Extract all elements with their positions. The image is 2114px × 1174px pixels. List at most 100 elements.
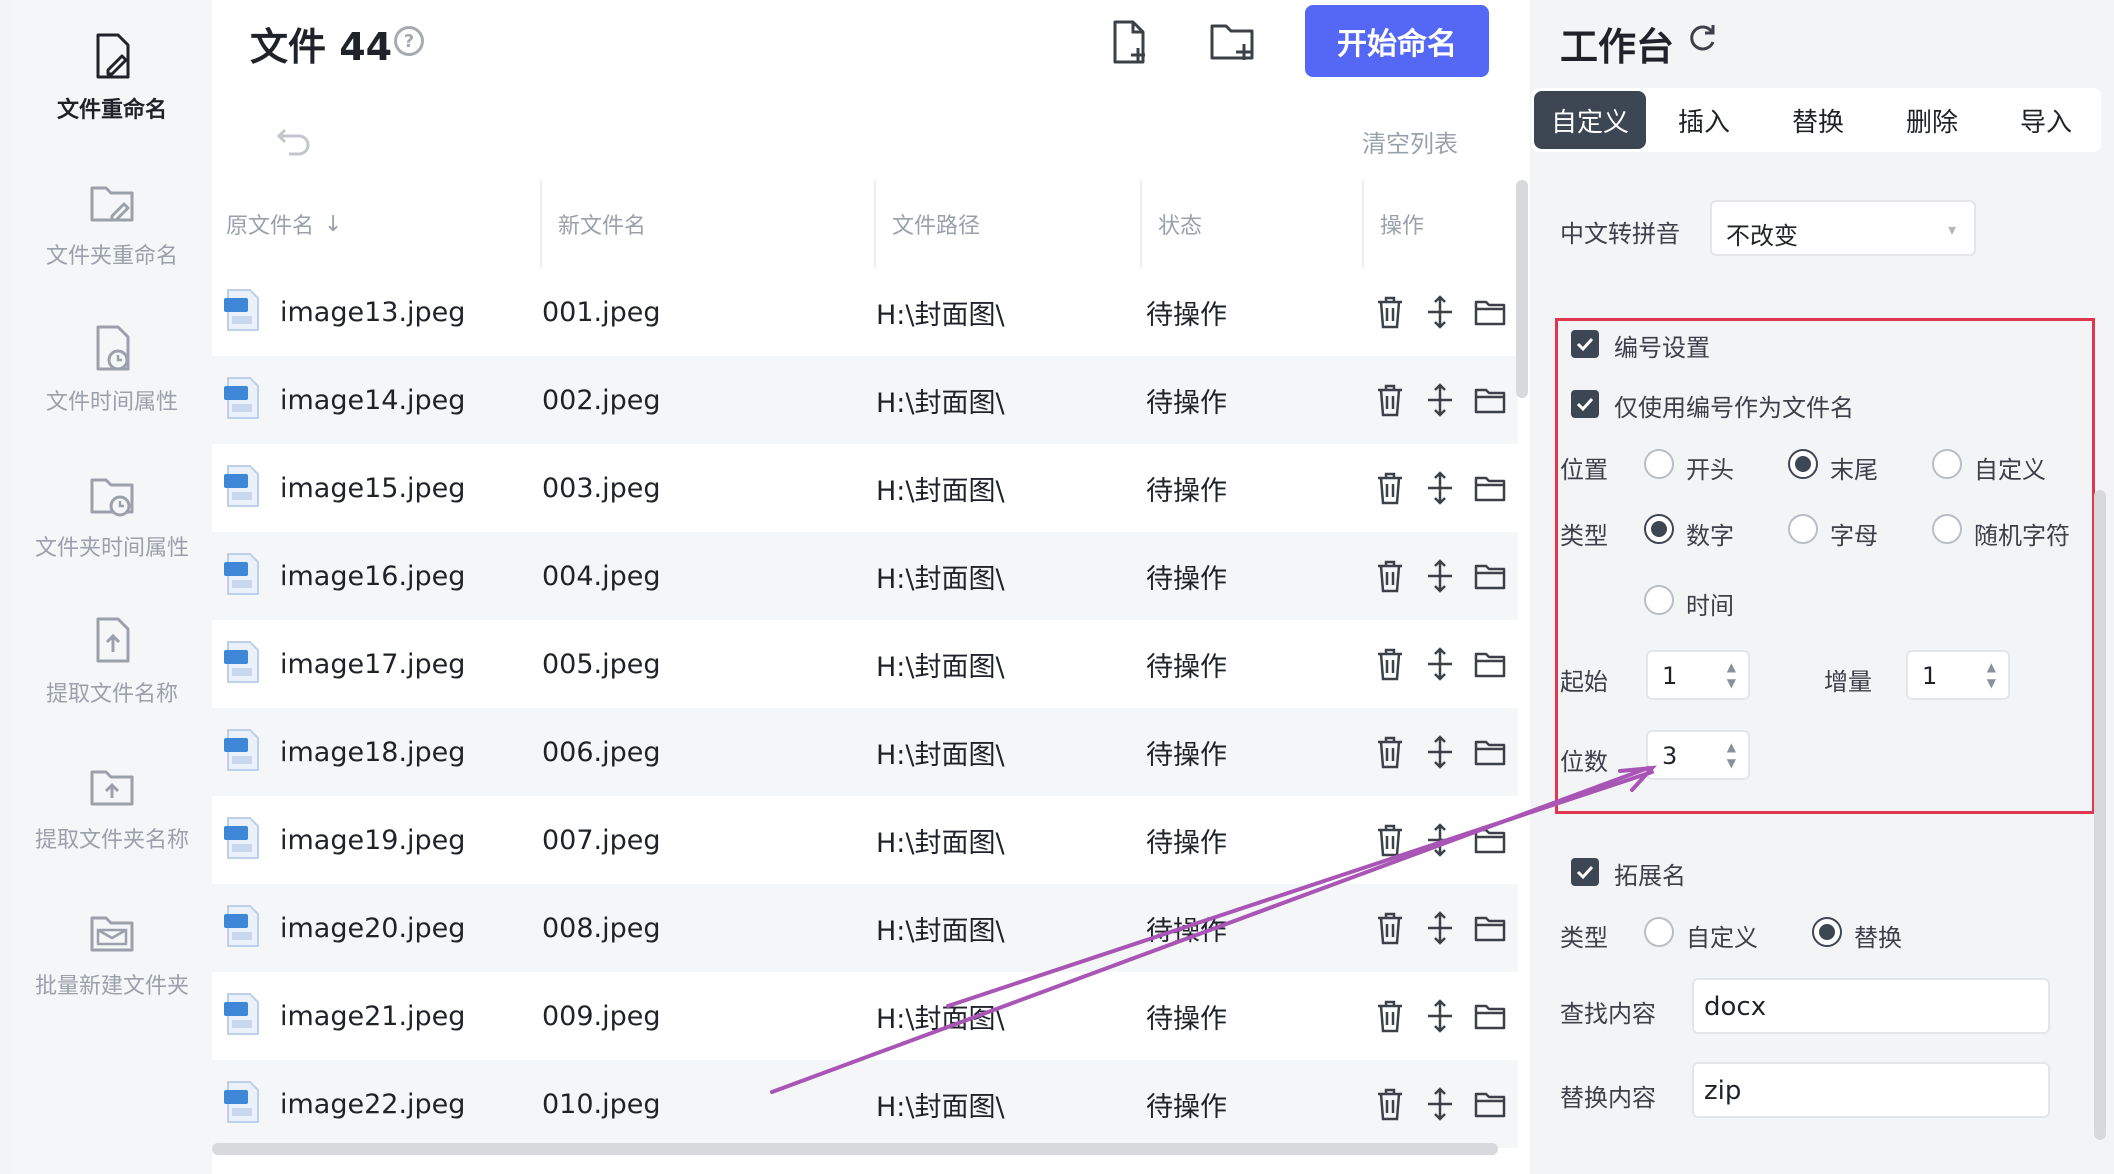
trash-icon[interactable] bbox=[1374, 646, 1406, 682]
tab-replace[interactable]: 替换 bbox=[1762, 91, 1874, 149]
file-path: H:\封面图\ bbox=[876, 651, 1005, 683]
folder-open-icon[interactable] bbox=[1474, 1086, 1506, 1122]
trash-icon[interactable] bbox=[1374, 1086, 1406, 1122]
folder-open-icon[interactable] bbox=[1474, 822, 1506, 858]
sort-arrow-icon[interactable]: ↓ bbox=[324, 212, 342, 237]
extension-radio-custom[interactable] bbox=[1644, 917, 1674, 947]
folder-open-icon[interactable] bbox=[1474, 734, 1506, 770]
clear-list-button[interactable]: 清空列表 bbox=[1362, 124, 1458, 159]
table-row[interactable]: image15.jpeg 003.jpeg H:\封面图\ 待操作 bbox=[212, 444, 1518, 532]
question-circle-icon[interactable]: ? bbox=[394, 26, 424, 56]
digits-stepper[interactable]: 3 ▲ ▼ bbox=[1646, 730, 1750, 780]
table-row[interactable]: image16.jpeg 004.jpeg H:\封面图\ 待操作 bbox=[212, 532, 1518, 620]
vertical-scrollbar[interactable] bbox=[2094, 490, 2106, 1140]
status-text: 待操作 bbox=[1146, 563, 1227, 595]
add-file-icon[interactable] bbox=[1105, 18, 1153, 66]
extension-type-label: 类型 bbox=[1560, 924, 1608, 952]
folder-open-icon[interactable] bbox=[1474, 646, 1506, 682]
chevron-up-icon[interactable]: ▲ bbox=[1987, 660, 1996, 674]
sidebar-item-file-time[interactable]: 文件时间属性 bbox=[12, 296, 212, 442]
table-row[interactable]: image20.jpeg 008.jpeg H:\封面图\ 待操作 bbox=[212, 884, 1518, 972]
table-row[interactable]: image17.jpeg 005.jpeg H:\封面图\ 待操作 bbox=[212, 620, 1518, 708]
pinyin-select[interactable]: 不改变 ▾ bbox=[1710, 200, 1976, 256]
table-row[interactable]: image13.jpeg 001.jpeg H:\封面图\ 待操作 bbox=[212, 268, 1518, 356]
chevron-down-icon[interactable]: ▼ bbox=[1727, 676, 1736, 690]
folder-open-icon[interactable] bbox=[1474, 558, 1506, 594]
move-icon[interactable] bbox=[1424, 822, 1456, 858]
new-filename: 005.jpeg bbox=[542, 648, 661, 680]
column-header-original[interactable]: 原文件名 ↓ bbox=[226, 180, 342, 268]
move-icon[interactable] bbox=[1424, 998, 1456, 1034]
find-input[interactable]: docx bbox=[1692, 978, 2050, 1034]
trash-icon[interactable] bbox=[1374, 558, 1406, 594]
sidebar-item-folder-time[interactable]: 文件夹时间属性 bbox=[12, 442, 212, 588]
vertical-scrollbar[interactable] bbox=[1516, 180, 1528, 398]
folder-open-icon[interactable] bbox=[1474, 382, 1506, 418]
folder-open-icon[interactable] bbox=[1474, 470, 1506, 506]
trash-icon[interactable] bbox=[1374, 822, 1406, 858]
only-number-checkbox[interactable] bbox=[1571, 390, 1599, 418]
tab-import[interactable]: 导入 bbox=[1990, 91, 2102, 149]
move-icon[interactable] bbox=[1424, 470, 1456, 506]
type-radio-number[interactable] bbox=[1644, 514, 1674, 544]
folder-mail-icon bbox=[90, 916, 134, 952]
sidebar-item-batch-new-folder[interactable]: 批量新建文件夹 bbox=[12, 880, 212, 1026]
chevron-up-icon[interactable]: ▲ bbox=[1727, 740, 1736, 754]
numbering-checkbox[interactable] bbox=[1571, 330, 1599, 358]
new-filename: 003.jpeg bbox=[542, 472, 661, 504]
sidebar-item-file-rename[interactable]: 文件重命名 bbox=[12, 4, 212, 150]
type-radio-letter[interactable] bbox=[1788, 514, 1818, 544]
trash-icon[interactable] bbox=[1374, 734, 1406, 770]
trash-icon[interactable] bbox=[1374, 470, 1406, 506]
status-text: 待操作 bbox=[1146, 475, 1227, 507]
move-icon[interactable] bbox=[1424, 910, 1456, 946]
move-icon[interactable] bbox=[1424, 646, 1456, 682]
extension-checkbox[interactable] bbox=[1571, 858, 1599, 886]
table-row[interactable]: image18.jpeg 006.jpeg H:\封面图\ 待操作 bbox=[212, 708, 1518, 796]
sidebar-item-extract-folder-names[interactable]: 提取文件夹名称 bbox=[12, 734, 212, 880]
position-radio-start[interactable] bbox=[1644, 449, 1674, 479]
start-stepper[interactable]: 1 ▲ ▼ bbox=[1646, 650, 1750, 700]
move-icon[interactable] bbox=[1424, 1086, 1456, 1122]
position-radio-end[interactable] bbox=[1788, 449, 1818, 479]
step-stepper[interactable]: 1 ▲ ▼ bbox=[1906, 650, 2010, 700]
status-text: 待操作 bbox=[1146, 299, 1227, 331]
horizontal-scrollbar[interactable] bbox=[212, 1143, 1498, 1155]
chevron-down-icon[interactable]: ▼ bbox=[1727, 756, 1736, 770]
replace-input[interactable]: zip bbox=[1692, 1062, 2050, 1118]
file-table-body: image13.jpeg 001.jpeg H:\封面图\ 待操作 image1… bbox=[212, 268, 1518, 1148]
move-icon[interactable] bbox=[1424, 734, 1456, 770]
undo-icon[interactable] bbox=[275, 120, 313, 158]
type-radio-random[interactable] bbox=[1932, 514, 1962, 544]
file-path: H:\封面图\ bbox=[876, 563, 1005, 595]
type-radio-time[interactable] bbox=[1644, 585, 1674, 615]
add-folder-icon[interactable] bbox=[1208, 18, 1256, 66]
chevron-down-icon[interactable]: ▼ bbox=[1987, 676, 1996, 690]
tab-custom[interactable]: 自定义 bbox=[1534, 91, 1646, 149]
move-icon[interactable] bbox=[1424, 382, 1456, 418]
workbench-tabs: 自定义 插入 替换 删除 导入 bbox=[1531, 88, 2101, 152]
trash-icon[interactable] bbox=[1374, 382, 1406, 418]
tab-insert[interactable]: 插入 bbox=[1648, 91, 1760, 149]
folder-open-icon[interactable] bbox=[1474, 294, 1506, 330]
type-label: 类型 bbox=[1560, 522, 1608, 550]
trash-icon[interactable] bbox=[1374, 910, 1406, 946]
sidebar-item-extract-file-names[interactable]: 提取文件名称 bbox=[12, 588, 212, 734]
start-rename-button[interactable]: 开始命名 bbox=[1305, 5, 1489, 77]
extension-radio-replace[interactable] bbox=[1812, 917, 1842, 947]
refresh-icon[interactable] bbox=[1685, 22, 1719, 56]
chevron-up-icon[interactable]: ▲ bbox=[1727, 660, 1736, 674]
trash-icon[interactable] bbox=[1374, 998, 1406, 1034]
folder-open-icon[interactable] bbox=[1474, 998, 1506, 1034]
move-icon[interactable] bbox=[1424, 294, 1456, 330]
table-row[interactable]: image14.jpeg 002.jpeg H:\封面图\ 待操作 bbox=[212, 356, 1518, 444]
folder-open-icon[interactable] bbox=[1474, 910, 1506, 946]
tab-delete[interactable]: 删除 bbox=[1876, 91, 1988, 149]
position-radio-custom[interactable] bbox=[1932, 449, 1962, 479]
trash-icon[interactable] bbox=[1374, 294, 1406, 330]
move-icon[interactable] bbox=[1424, 558, 1456, 594]
table-row[interactable]: image22.jpeg 010.jpeg H:\封面图\ 待操作 bbox=[212, 1060, 1518, 1148]
sidebar-item-folder-rename[interactable]: 文件夹重命名 bbox=[12, 150, 212, 296]
table-row[interactable]: image21.jpeg 009.jpeg H:\封面图\ 待操作 bbox=[212, 972, 1518, 1060]
table-row[interactable]: image19.jpeg 007.jpeg H:\封面图\ 待操作 bbox=[212, 796, 1518, 884]
